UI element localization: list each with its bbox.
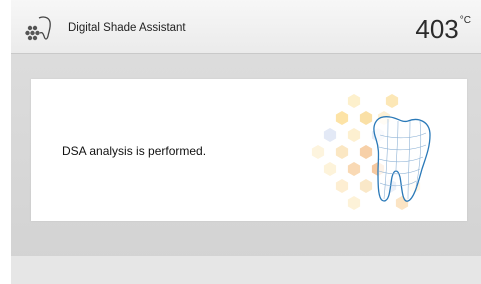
footer-bar (11, 256, 481, 284)
header-bar: Digital Shade Assistant 403°C (11, 0, 481, 54)
status-message: DSA analysis is performed. (62, 144, 207, 158)
temperature-unit: °C (459, 15, 471, 26)
tooth-shade-hexagons-illustration (311, 94, 431, 210)
status-dialog: DSA analysis is performed. (31, 79, 467, 221)
temperature-value: 403 (415, 14, 459, 44)
temperature-readout: 403°C (415, 9, 471, 49)
tooth-outline (373, 116, 431, 202)
left-margin (0, 0, 11, 284)
furnace-screen: Digital Shade Assistant 403°C DSA analys… (11, 0, 481, 284)
shade-dots-tooth-icon[interactable] (24, 14, 54, 44)
page-title: Digital Shade Assistant (68, 22, 186, 34)
